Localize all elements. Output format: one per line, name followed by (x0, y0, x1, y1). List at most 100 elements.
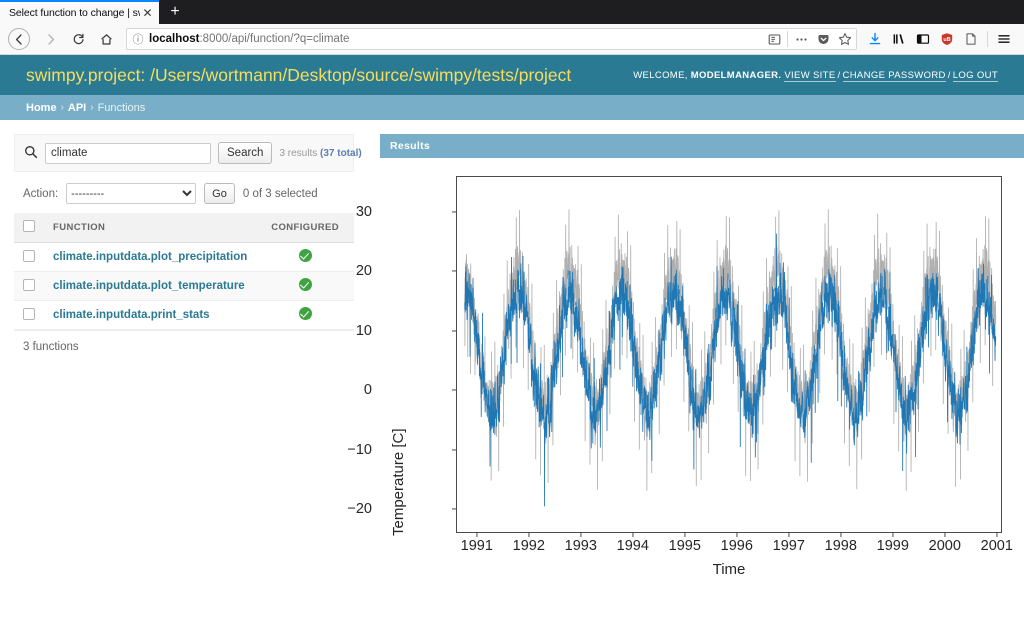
row-select-cell[interactable] (14, 272, 44, 301)
username-label: MODELMANAGER. (691, 70, 782, 81)
ublock-icon[interactable]: uB (935, 26, 959, 52)
row-select-cell[interactable] (14, 243, 44, 272)
chart-xtick-mark (944, 533, 945, 537)
check-circle-icon (299, 307, 312, 320)
chevron-right-icon: › (86, 102, 97, 113)
chart-xtick-mark (684, 533, 685, 537)
row-checkbox[interactable] (23, 308, 35, 320)
chart-xtick-mark (476, 533, 477, 537)
select-all-header[interactable] (14, 213, 44, 243)
breadcrumb-api[interactable]: API (68, 102, 86, 114)
chart-ytick-mark (452, 509, 456, 510)
configured-cell (256, 243, 354, 272)
browser-toolbar-icons: uB (863, 26, 1016, 52)
table-head: FUNCTION CONFIGURED (14, 213, 354, 243)
column-header-function[interactable]: FUNCTION (44, 213, 256, 243)
menu-icon[interactable] (992, 26, 1016, 52)
chart-ytick-mark (452, 330, 456, 331)
action-select[interactable]: --------- (66, 183, 196, 204)
chart-xtick-label: 2000 (929, 538, 961, 554)
chart-ytick-label: 20 (356, 263, 372, 279)
check-circle-icon (299, 249, 312, 262)
temperature-chart: Temperature [C] −20−100102030 1991199219… (384, 176, 1024, 576)
row-select-cell[interactable] (14, 301, 44, 330)
changelist: Search 3 results (37 total) Action: ----… (14, 134, 354, 576)
chart-svg (457, 177, 1001, 532)
forward-icon (36, 26, 64, 52)
chart-xtick-label: 1992 (513, 538, 545, 554)
function-link[interactable]: climate.inputdata.print_stats (53, 309, 210, 321)
divider (987, 31, 988, 47)
column-header-configured[interactable]: CONFIGURED (256, 213, 354, 243)
table-header-row: FUNCTION CONFIGURED (14, 213, 354, 243)
url-path: :8000/api/function/?q=climate (199, 33, 349, 45)
results-module: Results Temperature [C] −20−100102030 19… (380, 134, 1024, 576)
chart-xtick-mark (632, 533, 633, 537)
result-count-text: 3 results (279, 148, 317, 159)
log-out-link[interactable]: LOG OUT (953, 70, 998, 82)
function-cell: climate.inputdata.plot_temperature (44, 272, 256, 301)
chevron-right-icon: › (57, 102, 68, 113)
breadcrumb-home[interactable]: Home (26, 102, 57, 114)
chart-ylabel: Temperature [C] (390, 176, 407, 536)
page-content: swimpy.project: /Users/wortmann/Desktop/… (0, 55, 1024, 640)
new-tab-button[interactable]: + (159, 0, 191, 24)
chart-xlabel: Time (456, 561, 1002, 578)
results-table: FUNCTION CONFIGURED climate.inputdata.pl… (14, 213, 354, 330)
total-results-link[interactable]: (37 total) (320, 148, 362, 159)
chart-xtick-label: 2001 (981, 538, 1013, 554)
chart-xtick-mark (580, 533, 581, 537)
change-password-link[interactable]: CHANGE PASSWORD (843, 70, 946, 82)
search-input[interactable] (45, 143, 211, 164)
chart-ytick-label: 30 (356, 204, 372, 220)
downloads-icon[interactable] (863, 26, 887, 52)
paginator: 3 functions (14, 330, 354, 363)
browser-tab[interactable]: Select function to change | swimpy. ✕ (0, 0, 159, 24)
admin-header: swimpy.project: /Users/wortmann/Desktop/… (0, 55, 1024, 95)
breadcrumb-current: Functions (98, 102, 146, 114)
close-icon[interactable]: ✕ (140, 6, 155, 21)
welcome-text: WELCOME, (633, 70, 688, 81)
reader-icon[interactable] (763, 33, 785, 46)
chart-xtick-label: 1998 (825, 538, 857, 554)
sidebar-icon[interactable] (911, 26, 935, 52)
function-link[interactable]: climate.inputdata.plot_precipitation (53, 251, 247, 263)
info-icon[interactable]: ⓘ (127, 31, 149, 47)
chart-xtick-mark (528, 533, 529, 537)
action-counter: 0 of 3 selected (243, 188, 318, 200)
back-icon[interactable] (8, 28, 30, 50)
library-icon[interactable] (887, 26, 911, 52)
url-host: localhost (149, 33, 199, 45)
select-all-checkbox[interactable] (23, 220, 35, 232)
row-checkbox[interactable] (23, 250, 35, 262)
page-actions-icon[interactable] (790, 33, 812, 46)
search-result-count: 3 results (37 total) (279, 148, 361, 159)
link-separator: / (836, 70, 843, 81)
row-checkbox[interactable] (23, 279, 35, 291)
go-button[interactable]: Go (204, 183, 235, 204)
chart-ytick-mark (452, 211, 456, 212)
view-site-link[interactable]: VIEW SITE (784, 70, 835, 82)
user-tools: WELCOME, MODELMANAGER. VIEW SITE/CHANGE … (633, 70, 998, 81)
chart-xtick-mark (892, 533, 893, 537)
link-separator: / (946, 70, 953, 81)
reader-page-icon[interactable] (959, 26, 983, 52)
actions-bar: Action: --------- Go 0 of 3 selected (14, 172, 354, 213)
chart-xtick-label: 1996 (721, 538, 753, 554)
function-link[interactable]: climate.inputdata.plot_temperature (53, 280, 245, 292)
table-row: climate.inputdata.plot_precipitation (14, 243, 354, 272)
bookmark-star-icon[interactable] (834, 32, 856, 46)
pocket-icon[interactable] (812, 33, 834, 46)
configured-cell (256, 301, 354, 330)
chart-ytick-label: −20 (347, 501, 372, 517)
chart-ytick-label: −10 (347, 442, 372, 458)
browser-chrome: Select function to change | swimpy. ✕ + … (0, 0, 1024, 55)
table-row: climate.inputdata.plot_temperature (14, 272, 354, 301)
reload-icon[interactable] (64, 26, 92, 52)
search-button[interactable]: Search (218, 142, 272, 164)
home-icon[interactable] (92, 26, 120, 52)
chart-xtick-label: 1994 (617, 538, 649, 554)
action-label: Action: (23, 188, 58, 200)
address-bar[interactable]: ⓘ localhost:8000/api/function/?q=climate (126, 28, 857, 50)
content-area: Search 3 results (37 total) Action: ----… (0, 120, 1024, 576)
